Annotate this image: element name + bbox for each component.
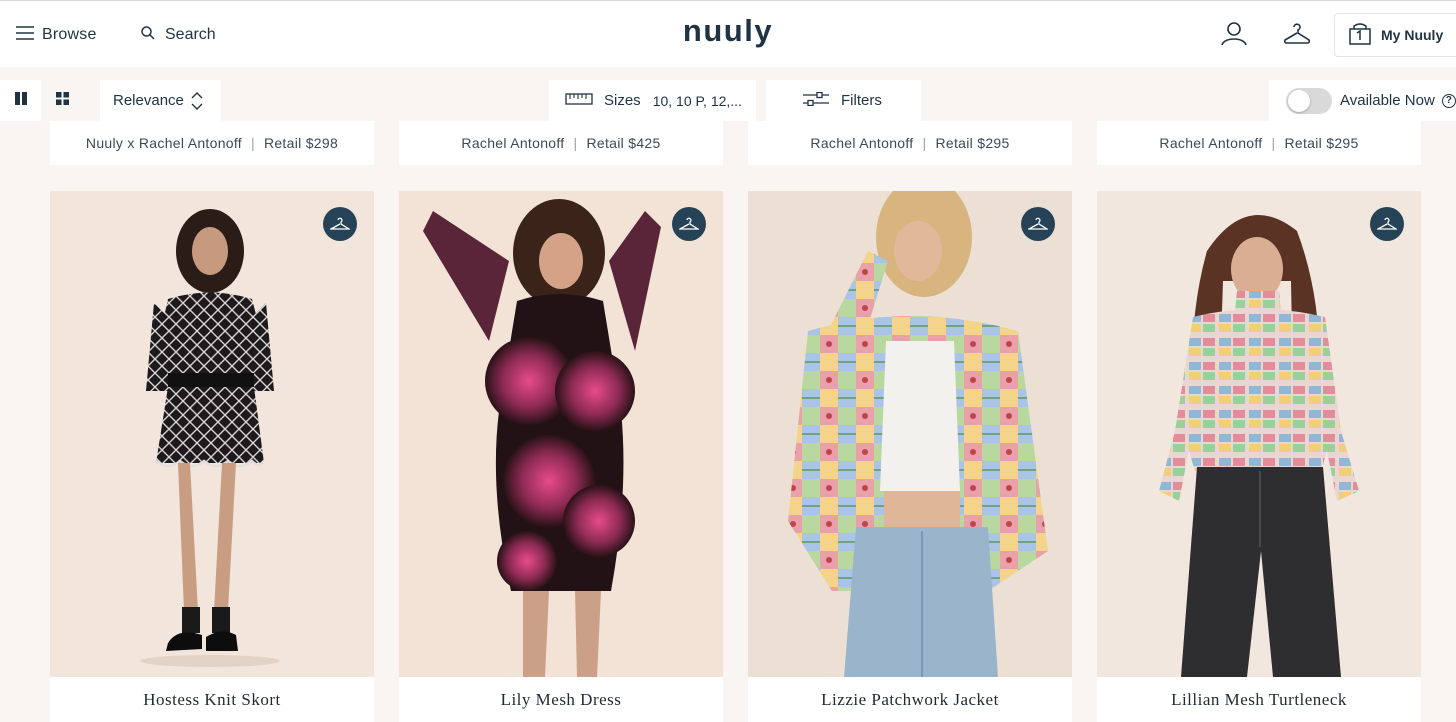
filters-button[interactable]: Filters [766, 80, 921, 121]
filters-label: Filters [841, 92, 882, 109]
sliders-icon [803, 91, 829, 110]
available-now-label: Available Now [1340, 92, 1435, 109]
ruler-icon [565, 92, 593, 109]
available-now-toggle[interactable] [1286, 87, 1332, 114]
product-card[interactable]: Lillian Mesh Turtleneck [1097, 191, 1421, 722]
sizes-filter[interactable]: Sizes 10, 10 P, 12,... [549, 80, 756, 121]
product-name: Lily Mesh Dress [500, 689, 622, 709]
top-header: Browse Search nuuly My Nuuly [0, 0, 1456, 67]
add-to-closet-button[interactable] [323, 207, 357, 241]
product-name-bar[interactable]: Lizzie Patchwork Jacket [748, 677, 1072, 722]
sort-chevron-icon [190, 91, 204, 111]
single-view-icon [14, 92, 27, 109]
add-to-closet-button[interactable] [1021, 207, 1055, 241]
account-icon [1220, 20, 1248, 51]
product-image[interactable] [1097, 191, 1421, 677]
caption-separator: | [573, 135, 578, 151]
closet-hanger-icon [1283, 21, 1311, 50]
add-to-closet-button[interactable] [672, 207, 706, 241]
retail-price: Retail $298 [263, 135, 339, 151]
sort-label: Relevance [113, 92, 184, 109]
available-now-control: Available Now ? [1269, 80, 1456, 121]
my-nuuly-label: My Nuuly [1381, 27, 1444, 43]
brand-name: Nuuly x Rachel Antonoff [85, 135, 242, 151]
hanger-icon [1028, 216, 1048, 232]
product-name: Lizzie Patchwork Jacket [821, 689, 999, 709]
hanger-icon [679, 216, 699, 232]
caption-separator: | [922, 135, 927, 151]
caption-separator: | [251, 135, 255, 151]
brand-name: Rachel Antonoff [810, 135, 914, 151]
previous-product-caption[interactable]: Rachel Antonoff | Retail $295 [748, 121, 1072, 165]
product-card[interactable]: Lizzie Patchwork Jacket [748, 191, 1072, 722]
account-button[interactable] [1220, 21, 1248, 49]
product-name: Lillian Mesh Turtleneck [1171, 689, 1347, 709]
grid-view-toggle[interactable] [42, 80, 83, 121]
sizes-value: 10, 10 P, 12,... [652, 92, 742, 109]
product-name-bar[interactable]: Lillian Mesh Turtleneck [1097, 677, 1421, 722]
product-name-bar[interactable]: Hostess Knit Skort [50, 677, 374, 722]
previous-product-caption[interactable]: Rachel Antonoff | Retail $295 [1097, 121, 1421, 165]
caption-separator: | [1271, 135, 1276, 151]
product-image[interactable] [399, 191, 723, 677]
toggle-knob [1288, 89, 1310, 112]
logo-text: nuuly [682, 13, 774, 48]
my-nuuly-button[interactable]: My Nuuly [1334, 13, 1456, 57]
sizes-label: Sizes [604, 92, 641, 109]
product-image[interactable] [50, 191, 374, 677]
retail-price: Retail $425 [586, 135, 661, 151]
grid-view-icon [56, 92, 69, 109]
brand-name: Rachel Antonoff [1159, 135, 1263, 151]
hanger-icon [1377, 216, 1397, 232]
retail-price: Retail $295 [1284, 135, 1359, 151]
previous-product-caption[interactable]: Rachel Antonoff | Retail $425 [399, 121, 723, 165]
previous-product-caption[interactable]: Nuuly x Rachel Antonoff | Retail $298 [50, 121, 374, 165]
help-icon[interactable]: ? [1441, 93, 1456, 108]
brand-name: Rachel Antonoff [461, 135, 565, 151]
bag-icon [1347, 22, 1373, 48]
product-card[interactable]: Hostess Knit Skort [50, 191, 374, 722]
retail-price: Retail $295 [935, 135, 1010, 151]
sort-dropdown[interactable]: Relevance [100, 80, 221, 121]
product-card[interactable]: Lily Mesh Dress [399, 191, 723, 722]
hanger-icon [330, 216, 350, 232]
product-name: Hostess Knit Skort [143, 689, 281, 709]
product-image[interactable] [748, 191, 1072, 677]
closet-button[interactable] [1283, 21, 1311, 49]
add-to-closet-button[interactable] [1370, 207, 1404, 241]
product-name-bar[interactable]: Lily Mesh Dress [399, 677, 723, 722]
single-view-toggle[interactable] [0, 80, 41, 121]
